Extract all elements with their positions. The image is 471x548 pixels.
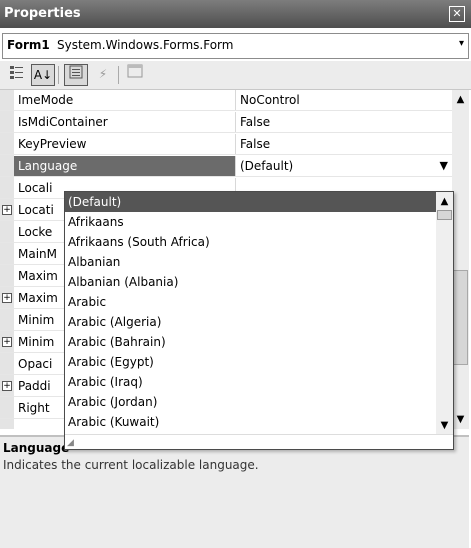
language-option[interactable]: Arabic (Iraq) bbox=[65, 372, 438, 392]
property-row[interactable]: ImeMode NoControl bbox=[0, 90, 452, 111]
events-icon[interactable]: ⚡ bbox=[92, 64, 114, 84]
dropdown-scrollbar[interactable]: ▲ ▼ bbox=[436, 192, 453, 435]
property-row[interactable]: IsMdiContainer False bbox=[0, 112, 452, 133]
scroll-down-icon[interactable]: ▼ bbox=[437, 418, 452, 433]
scroll-up-icon[interactable]: ▲ bbox=[453, 92, 468, 107]
grip-icon[interactable]: ◢ bbox=[67, 438, 74, 448]
property-row[interactable]: KeyPreview False bbox=[0, 134, 452, 155]
language-option[interactable]: (Default) bbox=[65, 192, 438, 212]
column-separator[interactable] bbox=[235, 112, 236, 132]
language-option[interactable]: Arabic (Bahrain) bbox=[65, 332, 438, 352]
expand-icon[interactable]: + bbox=[2, 337, 12, 347]
language-dropdown-list[interactable]: (Default) Afrikaans Afrikaans (South Afric… bbox=[64, 191, 454, 450]
language-option[interactable]: Arabic (Jordan) bbox=[65, 392, 438, 412]
property-name: ImeMode bbox=[18, 93, 74, 107]
language-option[interactable]: Arabic (Egypt) bbox=[65, 352, 438, 372]
scroll-down-icon[interactable]: ▼ bbox=[453, 412, 468, 427]
language-option[interactable]: Afrikaans (South Africa) bbox=[65, 232, 438, 252]
property-value[interactable]: False bbox=[240, 137, 270, 151]
expand-icon[interactable]: + bbox=[2, 381, 12, 391]
object-type: System.Windows.Forms.Form bbox=[57, 38, 234, 52]
property-value[interactable]: (Default) bbox=[240, 159, 293, 173]
description-title: Language bbox=[3, 441, 70, 455]
property-pages-icon[interactable] bbox=[124, 64, 146, 84]
object-selector[interactable]: Form1 System.Windows.Forms.Form ▾ bbox=[2, 33, 469, 59]
alphabetical-icon[interactable]: A↓ bbox=[31, 64, 55, 86]
toolbar: A↓ ⚡ bbox=[0, 61, 471, 89]
scroll-thumb[interactable] bbox=[453, 270, 468, 365]
chevron-down-icon[interactable]: ▾ bbox=[459, 38, 464, 49]
resize-grip[interactable]: ◢ bbox=[65, 434, 453, 449]
language-option[interactable]: Albanian bbox=[65, 252, 438, 272]
property-value[interactable]: False bbox=[240, 115, 270, 129]
window-title: Properties bbox=[4, 6, 81, 21]
toolbar-separator bbox=[118, 66, 119, 84]
description-text: Indicates the current localizable langua… bbox=[3, 458, 259, 472]
language-option[interactable]: Albanian (Albania) bbox=[65, 272, 438, 292]
expand-icon[interactable]: + bbox=[2, 205, 12, 215]
language-option[interactable]: Afrikaans bbox=[65, 212, 438, 232]
language-option[interactable]: Arabic bbox=[65, 292, 438, 312]
language-option[interactable]: Arabic (Algeria) bbox=[65, 312, 438, 332]
language-option[interactable]: Arabic (Kuwait) bbox=[65, 412, 438, 432]
property-row[interactable]: Language (Default) ▼ bbox=[0, 156, 452, 177]
toolbar-separator bbox=[58, 66, 59, 84]
property-value[interactable]: NoControl bbox=[240, 93, 300, 107]
grid-scrollbar[interactable]: ▲ ▼ bbox=[452, 90, 469, 429]
expand-icon[interactable]: + bbox=[2, 293, 12, 303]
object-name: Form1 bbox=[7, 38, 50, 52]
title-bar: Properties ✕ bbox=[0, 0, 471, 28]
property-name: IsMdiContainer bbox=[18, 115, 108, 129]
close-icon[interactable]: ✕ bbox=[449, 6, 465, 22]
properties-icon[interactable] bbox=[64, 64, 88, 86]
column-separator[interactable] bbox=[235, 90, 236, 110]
scroll-thumb[interactable] bbox=[437, 210, 452, 220]
dropdown-arrow-icon[interactable]: ▼ bbox=[440, 159, 448, 172]
property-name: Language bbox=[14, 156, 235, 176]
column-separator[interactable] bbox=[235, 134, 236, 154]
property-name: KeyPreview bbox=[18, 137, 87, 151]
column-separator[interactable] bbox=[235, 156, 236, 176]
scroll-up-icon[interactable]: ▲ bbox=[437, 194, 452, 209]
categorized-icon[interactable] bbox=[6, 64, 28, 84]
description-panel: Language Indicates the current localizab… bbox=[0, 435, 469, 548]
